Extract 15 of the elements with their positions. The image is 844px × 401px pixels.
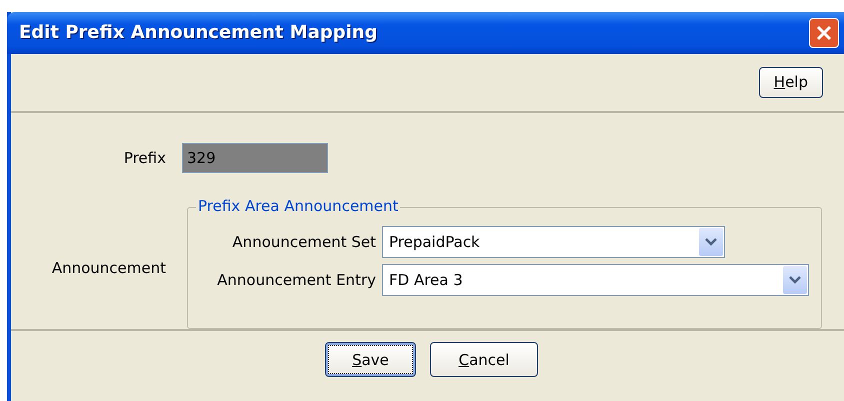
close-icon (815, 24, 833, 42)
field-label: Announcement Entry (216, 270, 377, 288)
dropdown-field[interactable]: FD Area 3 (382, 264, 809, 296)
save-button[interactable]: Save (325, 342, 416, 378)
prefix-label: Prefix (122, 148, 166, 166)
help-button[interactable]: Help (758, 66, 823, 98)
announcement-label: Announcement (50, 258, 166, 276)
group-title: Prefix Area Announcement (196, 196, 400, 214)
field-label: Announcement Set (231, 232, 377, 250)
cancel-button[interactable]: Cancel (430, 342, 538, 378)
chevron-down-icon (699, 228, 723, 256)
window-title: Edit Prefix Announcement Mapping (19, 22, 378, 44)
chevron-down-icon (783, 266, 807, 294)
close-button[interactable] (809, 18, 839, 48)
dropdown-field[interactable]: PrepaidPack (382, 226, 725, 258)
